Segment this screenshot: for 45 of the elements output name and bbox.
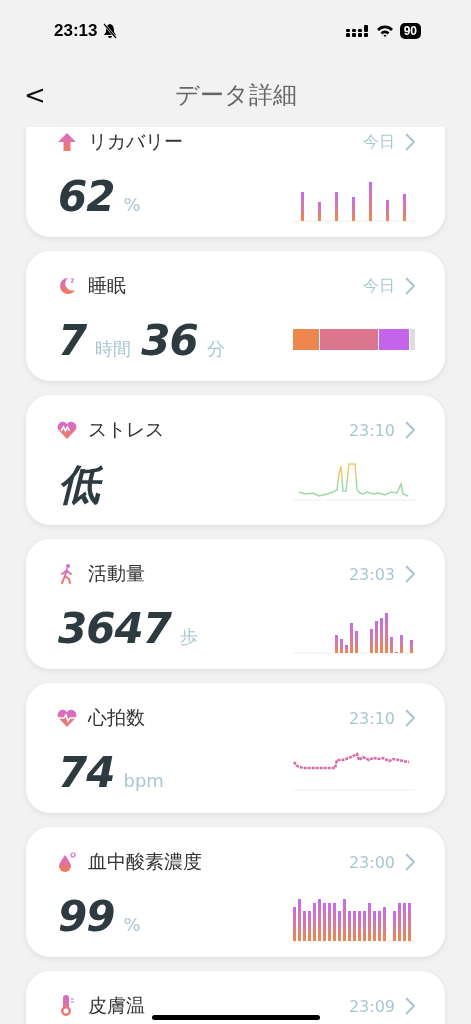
heart-pulse-icon (56, 419, 78, 441)
arrow-up-icon (56, 131, 78, 153)
metric-card[interactable]: 睡眠 今日 7 時間 36 分 (26, 251, 445, 381)
metric-card[interactable]: 活動量 23:03 3647 歩 (26, 539, 445, 669)
card-title: ストレス (88, 417, 164, 442)
heart-pulse-icon (56, 707, 78, 729)
chevron-right-icon (405, 853, 415, 871)
metric-card[interactable]: リカバリー 今日 62 % (26, 127, 445, 237)
wifi-icon (375, 24, 394, 38)
bell-off-icon (103, 23, 118, 39)
chevron-right-icon (405, 133, 415, 151)
metric-value: 74 (57, 747, 116, 799)
card-title: 睡眠 (88, 273, 126, 298)
metric-value: 62 (57, 171, 116, 223)
metric-unit: 分 (206, 337, 225, 361)
card-title: 血中酸素濃度 (88, 849, 202, 874)
metric-unit: 歩 (179, 625, 198, 649)
status-time: 23:13 (54, 21, 98, 41)
metric-card[interactable]: 皮膚温 23:09 (26, 971, 445, 1024)
metric-value: 36 (140, 315, 199, 367)
metric-card[interactable]: ストレス 23:10 低 (26, 395, 445, 525)
chevron-right-icon (405, 277, 415, 295)
back-button[interactable]: < (18, 80, 52, 110)
metric-value: 3647 (57, 603, 173, 655)
card-title: 活動量 (88, 561, 145, 586)
card-title: リカバリー (88, 129, 183, 154)
card-title: 心拍数 (88, 705, 145, 730)
metric-unit: bpm (123, 770, 164, 791)
page-title: データ詳細 (174, 79, 297, 111)
chevron-right-icon (405, 997, 415, 1015)
card-title: 皮膚温 (88, 993, 145, 1018)
chevron-right-icon (405, 565, 415, 583)
chevron-right-icon (405, 709, 415, 727)
metric-unit: % (123, 914, 141, 935)
metric-card[interactable]: 心拍数 23:10 74 bpm (26, 683, 445, 813)
signal-icon (345, 24, 370, 38)
metric-unit: 時間 (95, 337, 132, 361)
metric-unit: % (123, 194, 141, 215)
metric-value: 99 (57, 891, 116, 943)
metric-value: 低 (56, 457, 105, 514)
metric-card[interactable]: 血中酸素濃度 23:00 99 % (26, 827, 445, 957)
drop-icon (56, 851, 78, 873)
metric-value: 7 (57, 315, 88, 367)
battery-level: 90 (399, 23, 421, 39)
chevron-right-icon (405, 421, 415, 439)
